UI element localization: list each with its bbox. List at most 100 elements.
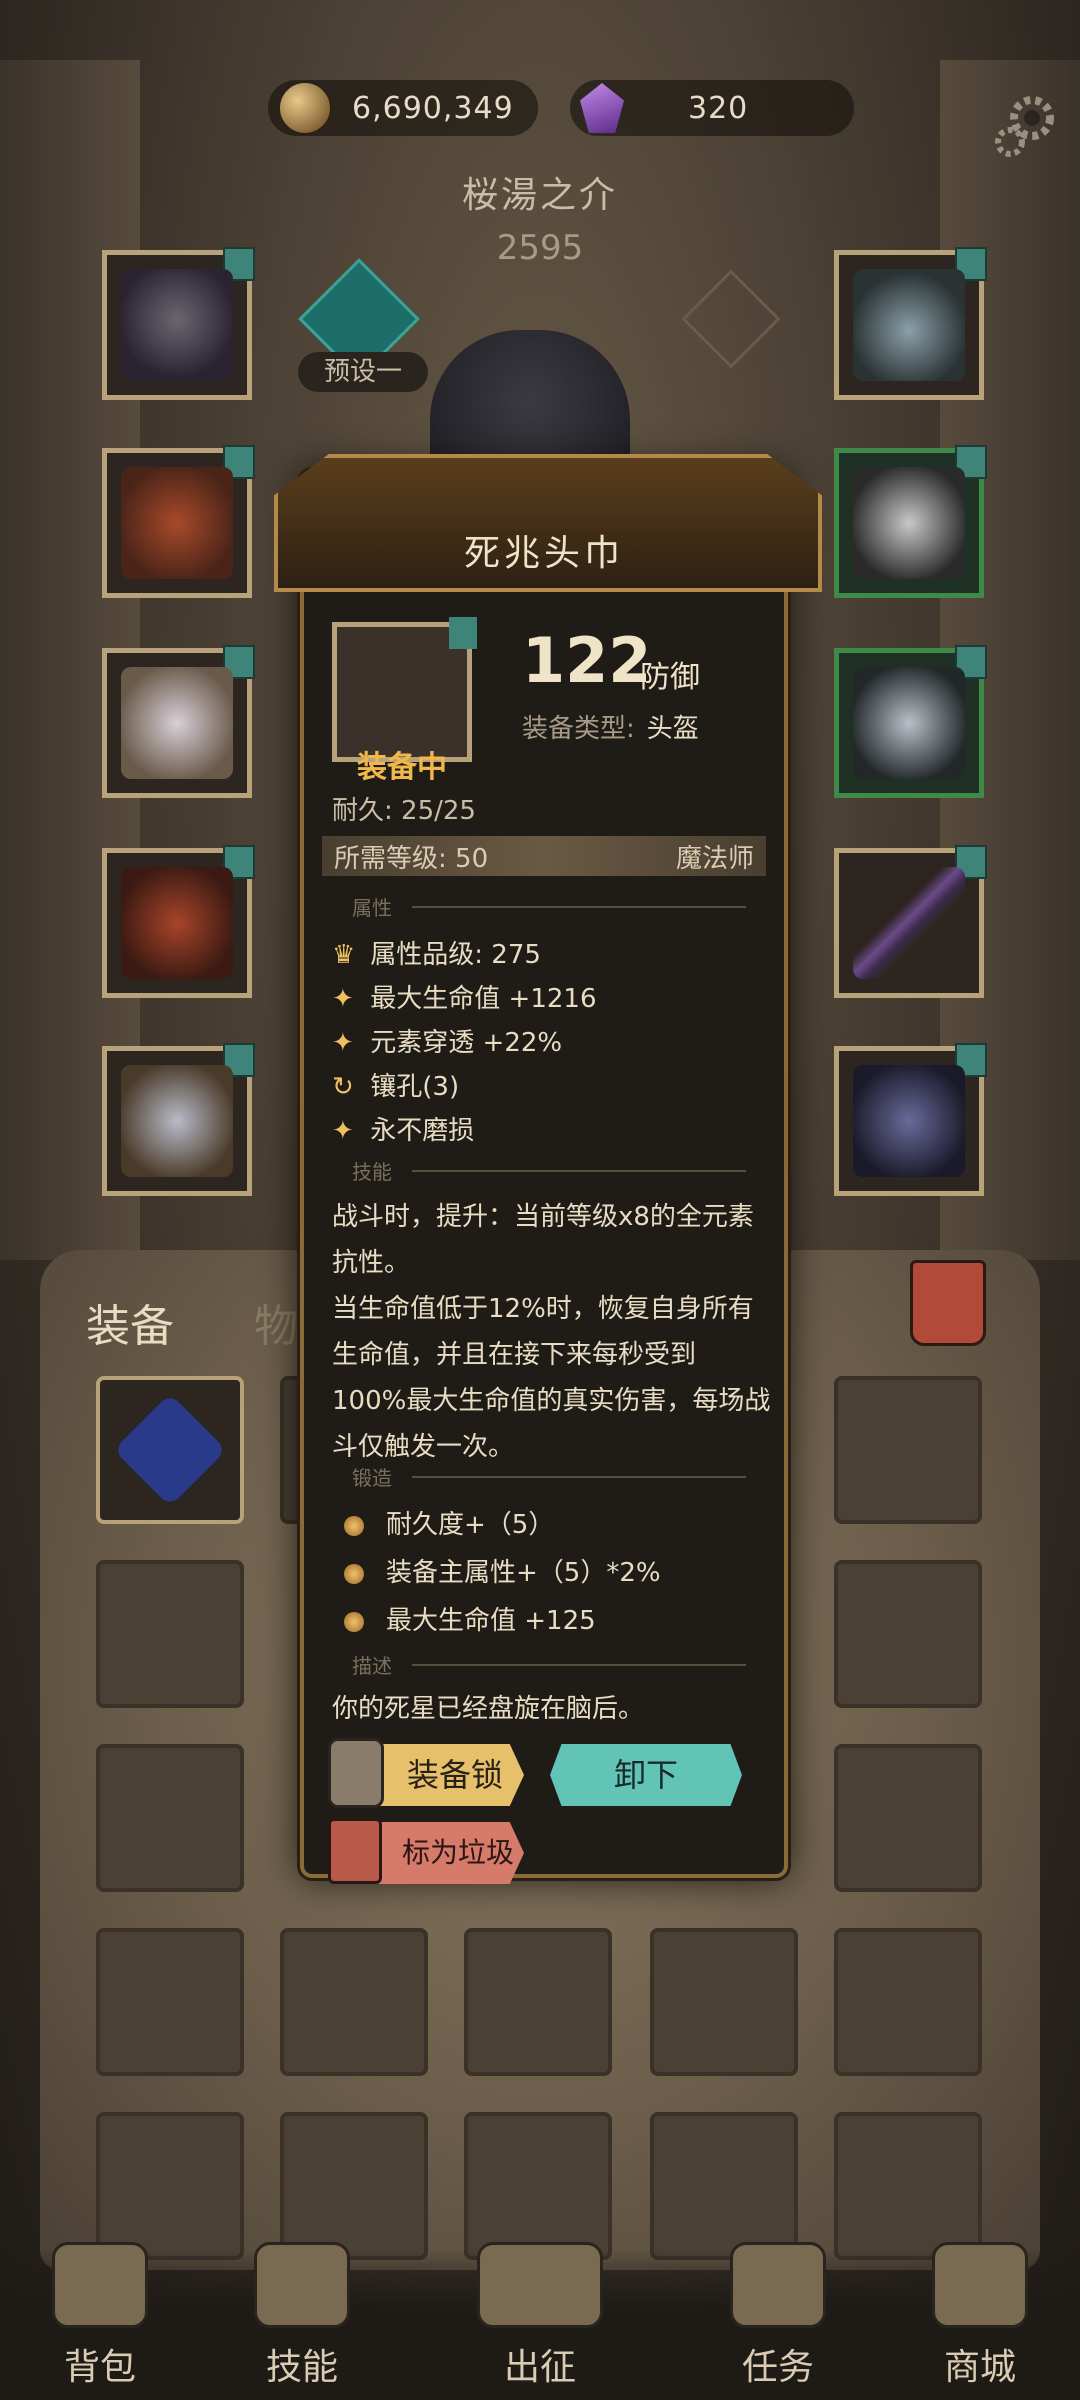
forge-row: 装备主属性+（5）*2% — [344, 1552, 661, 1589]
nav-label: 技能 — [265, 2347, 338, 2388]
attribute-row: ✦ 永不磨损 — [332, 1116, 475, 1146]
section-attributes: 属性 — [322, 892, 766, 922]
inventory-slot-1[interactable] — [96, 1376, 244, 1524]
hero-name: 桜湯之介 — [461, 175, 618, 216]
attribute-row: ↻ 镶孔(3) — [332, 1072, 460, 1102]
equipment-type: 装备类型: 头盔 — [522, 708, 699, 745]
slot-armor[interactable] — [102, 445, 255, 598]
inventory-slot[interactable] — [96, 1560, 244, 1708]
star-icon: ✦ — [332, 1028, 354, 1058]
item-thumbnail — [332, 617, 477, 762]
inventory-slot[interactable] — [464, 1928, 612, 2076]
inventory-slot[interactable] — [464, 2112, 612, 2260]
inventory-slot[interactable] — [650, 1928, 798, 2076]
equipped-label: 装备中 — [357, 750, 447, 785]
slot-ring-2[interactable] — [834, 645, 987, 798]
attribute-row: ✦ 最大生命值 +1216 — [332, 984, 597, 1014]
section-forge: 锻造 — [322, 1462, 766, 1492]
slot-weapon[interactable] — [834, 845, 987, 998]
nav-skills[interactable]: 技能 — [222, 2242, 382, 2390]
gear-icon[interactable] — [990, 92, 1060, 162]
socket-icon: ↻ — [332, 1072, 354, 1102]
preset-label[interactable]: 预设一 — [298, 352, 428, 392]
inventory-slot[interactable] — [650, 2112, 798, 2260]
defense-label: 防御 — [640, 660, 700, 695]
inventory-slot[interactable] — [280, 1928, 428, 2076]
gem-icon — [580, 83, 624, 133]
inventory-slot[interactable] — [834, 1928, 982, 2076]
scroll-icon — [730, 2242, 826, 2328]
skill-description: 战斗时，提升：当前等级x8的全元素 抗性。 当生命值低于12%时，恢复自身所有 … — [332, 1202, 771, 1462]
star-icon: ✦ — [332, 984, 354, 1014]
pants-icon — [121, 867, 233, 979]
forge-row: 耐久度+（5） — [344, 1504, 554, 1541]
attribute-row: ♛ 属性品级: 275 — [332, 940, 541, 970]
nav-quests[interactable]: 任务 — [698, 2242, 858, 2390]
inventory-slot[interactable] — [280, 2112, 428, 2260]
nav-label: 商城 — [943, 2347, 1016, 2388]
junk-lantern-icon — [328, 1818, 382, 1884]
gem-counter: 320 — [570, 80, 854, 136]
inventory-slot[interactable] — [96, 1744, 244, 1892]
nav-label: 出征 — [503, 2347, 576, 2388]
slot-helmet[interactable] — [102, 247, 255, 400]
inventory-slot[interactable] — [96, 2112, 244, 2260]
star-icon: ✦ — [332, 1116, 354, 1146]
coin-counter: 6,690,349 — [268, 80, 538, 136]
nav-shop[interactable]: 商城 — [900, 2242, 1060, 2390]
staff-icon — [853, 867, 965, 979]
coin-amount: 6,690,349 — [352, 90, 514, 126]
forge-row: 最大生命值 +125 — [344, 1600, 596, 1637]
bottom-nav: 背包 技能 出征 任务 商城 — [0, 2242, 1080, 2400]
helmet-icon — [121, 269, 233, 381]
required-class: 魔法师 — [675, 843, 754, 874]
slot-ring-1[interactable] — [834, 445, 987, 598]
type-value: 头盔 — [646, 714, 699, 744]
inventory-slot[interactable] — [834, 1376, 982, 1524]
slot-boots[interactable] — [102, 1043, 255, 1196]
nav-label: 任务 — [741, 2347, 814, 2388]
item-lore: 你的死星已经盘旋在脑后。 — [332, 1694, 645, 1724]
tab-equipment[interactable]: 装备 — [86, 1290, 174, 1354]
sword-map-icon — [477, 2242, 603, 2328]
heart-necklace-icon — [113, 1393, 227, 1507]
slot-offhand[interactable] — [102, 645, 255, 798]
section-description: 描述 — [322, 1650, 766, 1680]
boots-icon — [121, 1065, 233, 1177]
nav-backpack[interactable]: 背包 — [20, 2242, 180, 2390]
section-skills: 技能 — [322, 1156, 766, 1186]
tag-icon — [449, 617, 477, 649]
tier-icon: ♛ — [332, 940, 356, 970]
forge-dot-icon — [344, 1563, 364, 1584]
requirement-bar: 所需等级: 50 魔法师 — [322, 836, 766, 876]
coin-icon — [278, 81, 332, 135]
tentacle-relic-icon — [853, 1065, 965, 1177]
type-label: 装备类型: — [522, 714, 635, 744]
gem-amount: 320 — [688, 90, 749, 126]
inventory-slot[interactable] — [96, 1928, 244, 2076]
ring-red-icon — [853, 467, 965, 579]
nav-label: 背包 — [63, 2347, 136, 2388]
slot-legs[interactable] — [102, 845, 255, 998]
item-detail-popup: 死兆头巾 装备中 122 防御 装备类型: 头盔 耐久: 25/25 所需等级: … — [274, 454, 822, 1884]
item-name: 死兆头巾 — [463, 533, 624, 574]
slot-accessory[interactable] — [834, 1043, 987, 1196]
lock-icon — [328, 1738, 384, 1808]
nav-expedition[interactable]: 出征 — [460, 2242, 620, 2390]
shop-crown-icon — [932, 2242, 1028, 2328]
wing-fan-icon — [121, 667, 233, 779]
inventory-slot[interactable] — [834, 2112, 982, 2260]
ring-blue-icon — [853, 667, 965, 779]
required-level: 所需等级: 50 — [334, 843, 489, 874]
armor-icon — [121, 467, 233, 579]
inventory-slot[interactable] — [834, 1560, 982, 1708]
inventory-slot[interactable] — [834, 1744, 982, 1892]
attribute-row: ✦ 元素穿透 +22% — [332, 1028, 563, 1058]
backpack-icon — [52, 2242, 148, 2328]
defense-value: 122 — [522, 624, 652, 697]
amulet-icon — [853, 269, 965, 381]
trash-icon[interactable] — [910, 1260, 986, 1346]
slot-amulet[interactable] — [834, 247, 987, 400]
forge-dot-icon — [344, 1515, 364, 1536]
unequip-button[interactable]: 卸下 — [550, 1744, 742, 1806]
